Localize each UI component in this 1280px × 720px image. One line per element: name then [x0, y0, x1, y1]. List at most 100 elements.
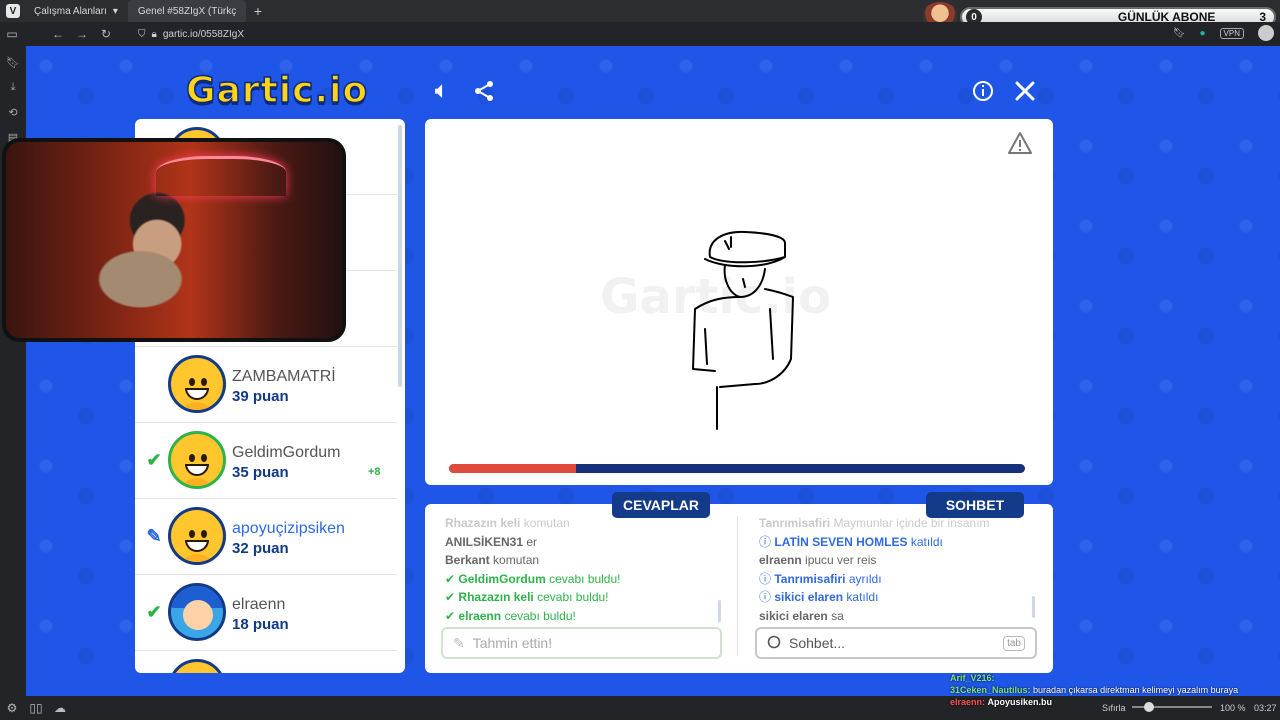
player-row: ZAMBAMATRİ 39 puan	[135, 347, 397, 423]
chat-user: Arif_V216:	[950, 673, 995, 683]
webcam-overlay	[2, 138, 346, 342]
vpn-badge[interactable]: VPN	[1219, 27, 1244, 39]
shield-icon: ⛉	[138, 28, 146, 40]
lock-icon: 🔒︎	[151, 28, 157, 40]
answers-chat-panel: CEVAPLAR SOHBET Rhazazın keli komutan AN…	[425, 492, 1053, 673]
list-item: ✔ elraenn cevabı buldu!	[445, 607, 620, 626]
chat-user: 31Ceken_Nautilus:	[950, 685, 1031, 695]
chat-text: buradan çıkarsa direktman kelimeyi yazal…	[1033, 685, 1239, 695]
check-icon: ✔	[445, 571, 456, 586]
list-item: 31Ceken_Nautilus: buradan çıkarsa direkt…	[950, 684, 1238, 696]
reload-icon[interactable]: ↻	[94, 27, 118, 41]
downloads-icon[interactable]: ⤓	[11, 81, 16, 94]
settings-icon[interactable]: ⚙	[0, 701, 24, 715]
message-text: ipucu ver reis	[805, 553, 877, 567]
stream-chat-overlay: Arif_V216: 31Ceken_Nautilus: buradan çık…	[950, 672, 1238, 708]
message-user: elraenn	[759, 553, 802, 567]
guess-placeholder: Tahmin ettin!	[472, 635, 553, 651]
player-score: 18 puan	[232, 616, 289, 633]
clock: 03:27	[1254, 703, 1277, 713]
search-icon	[767, 635, 781, 652]
close-icon[interactable]	[1010, 76, 1040, 106]
check-icon: ✔	[146, 601, 162, 622]
sync-icon[interactable]: ☁	[48, 701, 72, 715]
list-item: ANILSİKEN31 er	[445, 533, 620, 552]
message-text: er	[526, 534, 538, 549]
list-item: ⓘ Tanrımisafiri ayrıldı	[759, 570, 990, 589]
drawing-canvas[interactable]: Gartic.io	[425, 119, 1053, 485]
volume-icon[interactable]: 🔈︎	[427, 76, 457, 106]
answers-list: Rhazazın keli komutan ANILSİKEN31 er Ber…	[445, 514, 620, 625]
new-tab-icon[interactable]: +	[246, 3, 270, 19]
neon-sign	[156, 156, 286, 196]
share-icon[interactable]	[469, 76, 499, 106]
player-row	[135, 651, 397, 673]
tab-answers[interactable]: CEVAPLAR	[612, 492, 710, 518]
history-icon[interactable]: ⟲	[8, 106, 17, 119]
back-icon[interactable]: ←	[46, 27, 70, 41]
message-text: cevabı buldu!	[537, 590, 609, 604]
url-text: gartic.io/0558ZIgX	[162, 28, 244, 40]
chevron-down-icon: ▾	[112, 5, 118, 17]
list-item: elraenn ipucu ver reis	[759, 551, 990, 570]
extension-icon[interactable]: ●	[1200, 28, 1206, 39]
chat-user: elraenn:	[950, 697, 986, 707]
message-text: ayrıldı	[848, 571, 882, 586]
message-user: Tanrımisafiri	[774, 571, 846, 586]
player-row: ✔ GeldimGordum 35 puan +8	[135, 423, 397, 499]
message-user: Tanrımisafiri	[759, 516, 831, 530]
tab-key-hint: tab	[1003, 635, 1025, 651]
message-text: Maymunlar içinde bir insanım	[833, 516, 990, 530]
chat-placeholder: Sohbet...	[789, 635, 846, 651]
message-text: sa	[831, 608, 844, 623]
list-item: Rhazazın keli komutan	[445, 514, 620, 533]
panel-divider	[737, 516, 738, 656]
url-field[interactable]: ⛉ 🔒︎ gartic.io/0558ZIgX	[138, 29, 244, 40]
message-user: LATİN SEVEN HOMLES	[774, 534, 908, 549]
list-item: elraenn: Apoyusiken.bu	[950, 696, 1238, 708]
info-icon[interactable]	[968, 76, 998, 106]
workspace-button[interactable]: Çalışma Alanları ▾	[24, 0, 128, 22]
pencil-icon: ✎	[453, 634, 465, 651]
browser-tab-active[interactable]: Genel #58ZIgX (Türkçe) - G	[127, 0, 246, 22]
score-bonus: +8	[368, 466, 381, 478]
message-text: cevabı buldu!	[549, 571, 621, 586]
address-bar: ▭ ← → ↻ ⛉ 🔒︎ gartic.io/0558ZIgX 🔖︎ ● VPN	[0, 22, 1280, 46]
player-score: 39 puan	[232, 388, 289, 405]
avatar	[168, 431, 226, 489]
answers-scrollbar[interactable]	[718, 600, 721, 622]
bookmarks-panel-icon[interactable]: 🔖︎	[6, 56, 20, 69]
list-item: sikici elaren sa	[759, 607, 990, 626]
message-text: komutan	[523, 516, 570, 530]
message-user: Berkant	[445, 553, 490, 567]
pencil-icon: ✎	[146, 525, 162, 546]
round-progress-fill	[449, 464, 576, 473]
message-user: Rhazazın keli	[458, 590, 534, 604]
chat-scrollbar[interactable]	[1032, 596, 1035, 618]
player-score: 32 puan	[232, 540, 289, 557]
message-text: katıldı	[846, 590, 879, 604]
message-text: cevabı buldu!	[504, 608, 576, 623]
avatar	[168, 355, 226, 413]
vivaldi-logo-icon[interactable]: V	[6, 4, 20, 18]
check-icon: ✔	[445, 608, 456, 623]
list-item: Arif_V216:	[950, 672, 1238, 684]
player-row: ✎ apoyuçizipsiken 32 puan	[135, 499, 397, 575]
bookmark-icon[interactable]: 🔖︎	[1173, 28, 1186, 39]
list-item: ✔ Rhazazın keli cevabı buldu!	[445, 588, 620, 607]
avatar	[168, 507, 226, 565]
message-text: katıldı	[910, 534, 943, 549]
panel-toggle-icon[interactable]: ▭	[0, 27, 24, 41]
panels-icon[interactable]: ▯▯	[24, 701, 48, 715]
player-name: GeldimGordum	[232, 444, 341, 461]
tab-title: Genel #58ZIgX (Türkçe) - G	[137, 5, 236, 17]
forward-icon[interactable]: →	[70, 27, 94, 41]
list-item: Berkant komutan	[445, 551, 620, 570]
player-list-scrollbar[interactable]	[398, 125, 402, 387]
guess-input[interactable]: ✎ Tahmin ettin!	[441, 627, 722, 659]
chat-input[interactable]: Sohbet... tab	[755, 627, 1037, 659]
message-user: ANILSİKEN31	[445, 534, 524, 549]
player-name: apoyuçizipsiken	[232, 520, 345, 537]
profile-icon[interactable]	[1258, 25, 1274, 41]
message-user: Rhazazın keli	[445, 516, 521, 530]
